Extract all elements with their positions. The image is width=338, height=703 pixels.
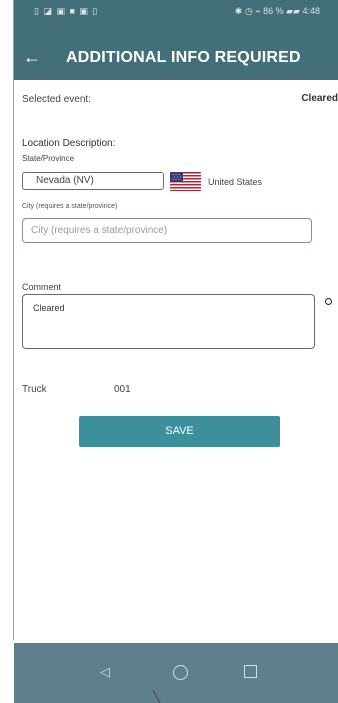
city-label: City (requires a state/province): [22, 203, 118, 210]
state-province-select[interactable]: Nevada (NV): [22, 172, 164, 190]
truck-label: Truck: [22, 384, 47, 395]
app-screen: ▯ ◪ ▣ ■ ▣ ▯ ✱ ◷ ⌁ 86 % ▰▰ 4:48 ← ADDITIO…: [0, 0, 338, 703]
app-bar: ← ADDITIONAL INFO REQUIRED: [14, 38, 338, 80]
page-title: ADDITIONAL INFO REQUIRED: [66, 49, 301, 66]
back-arrow-icon[interactable]: ←: [23, 46, 41, 68]
comment-value: Cleared: [33, 303, 65, 313]
save-button[interactable]: SAVE: [79, 416, 280, 447]
location-description-title: Location Description:: [22, 138, 116, 149]
status-bar: ▯ ◪ ▣ ■ ▣ ▯ ✱ ◷ ⌁ 86 % ▰▰ 4:48: [14, 0, 338, 38]
device-edge: [13, 0, 14, 640]
state-province-value: Nevada (NV): [36, 175, 94, 186]
us-flag-icon: [170, 172, 201, 191]
city-input[interactable]: [22, 218, 312, 243]
selected-event-label: Selected event:: [22, 94, 91, 105]
comment-textarea[interactable]: Cleared: [22, 294, 315, 349]
country-label: United States: [208, 177, 263, 187]
home-circle-icon[interactable]: [173, 665, 188, 680]
state-province-label: State/Province: [22, 154, 75, 163]
triangle-back-icon[interactable]: ◁: [100, 665, 110, 678]
status-right-text: ✱ ◷ ⌁ 86 % ▰▰ 4:48: [234, 6, 320, 16]
comment-label: Comment: [22, 282, 62, 292]
recent-apps-square-icon[interactable]: [244, 665, 257, 678]
circle-icon: [325, 298, 332, 305]
system-navigation-bar: ◁: [14, 643, 338, 703]
truck-value: 001: [114, 384, 131, 395]
status-left-icons: ▯ ◪ ▣ ■ ▣ ▯: [34, 6, 99, 16]
selected-event-value: Cleared: [301, 93, 338, 104]
